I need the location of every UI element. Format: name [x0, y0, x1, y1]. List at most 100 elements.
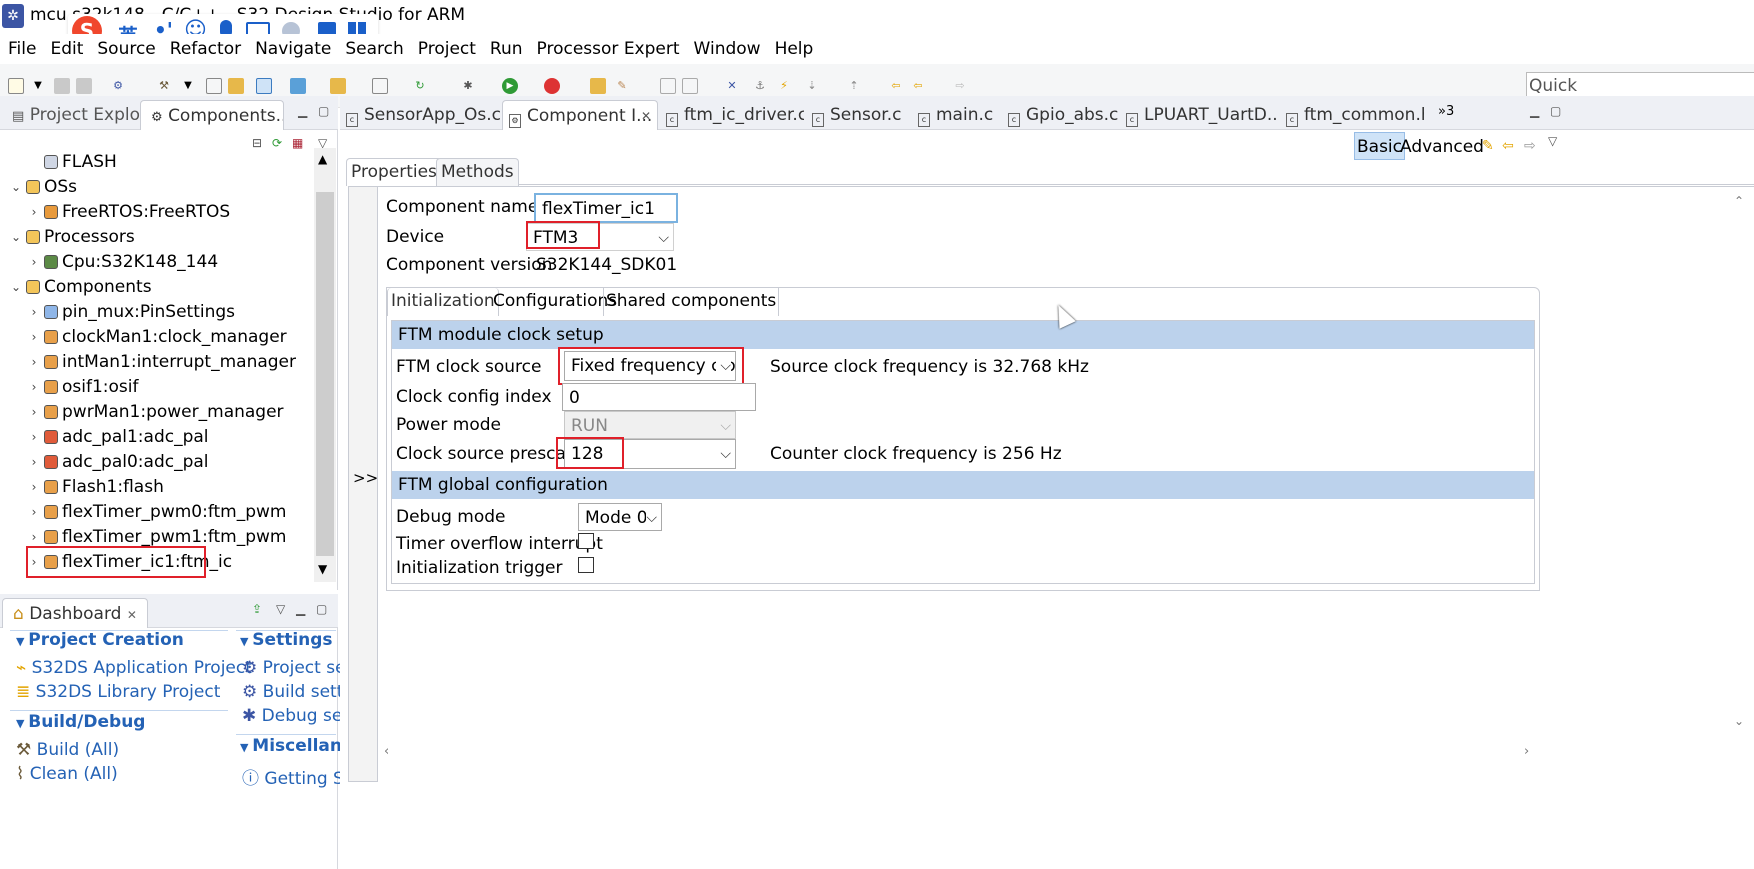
tree-item[interactable]: › clockMan1:clock_manager [0, 323, 287, 351]
debug-bug-icon[interactable]: ✱ [460, 78, 476, 94]
scroll-thumb[interactable] [316, 192, 334, 556]
tree-item[interactable]: ⌄ Components [0, 273, 152, 301]
tree-scrollbar[interactable]: ▲ ▼ [314, 148, 336, 582]
library-icon[interactable] [228, 78, 244, 94]
debug-mode-select[interactable]: Mode 0 ⌵ [578, 503, 662, 531]
tree-item[interactable]: › osif1:osif [0, 373, 139, 401]
close-icon[interactable]: ✕ [127, 608, 137, 622]
expand-side-button[interactable]: >> [348, 186, 378, 782]
prev-annotation-icon[interactable]: ⇡ [846, 78, 862, 94]
clock-index-input[interactable]: 0 [562, 383, 756, 411]
chevron-right-icon[interactable]: › [28, 298, 40, 326]
editor-tab[interactable]: c ftm_ic_driver.c [660, 100, 804, 130]
menu-run[interactable]: Run [490, 34, 523, 64]
tree-item[interactable]: › Flash1:flash [0, 473, 164, 501]
prescaler-select[interactable]: 128 ⌵ [564, 439, 736, 469]
minimize-icon[interactable]: ▁ [1530, 104, 1539, 118]
chevron-right-icon[interactable]: › [28, 548, 40, 576]
minimize-icon[interactable]: ▁ [298, 104, 307, 118]
tab-components[interactable]: ⚙ Components... [140, 100, 284, 130]
dash-project-settings-link[interactable]: ⚙ Project set [242, 658, 352, 678]
dashboard-action-icon[interactable]: ⇪ [252, 602, 262, 616]
dropdown-arrow-icon[interactable]: ▼ [180, 78, 196, 94]
chevron-right-icon[interactable]: › [28, 248, 40, 276]
editor-tab[interactable]: c SensorApp_Os.c [340, 100, 500, 130]
init-trigger-checkbox[interactable] [578, 557, 594, 573]
dash-clean-link[interactable]: ⌇ Clean (All) [16, 764, 118, 784]
scroll-up-icon[interactable]: ⌃ [1734, 194, 1744, 208]
tree-item[interactable]: › FreeRTOS:FreeRTOS [0, 198, 231, 226]
menu-source[interactable]: Source [97, 34, 155, 64]
tree-item[interactable]: › adc_pal0:adc_pal [0, 448, 209, 476]
editor-tab[interactable]: c Sensor.c [806, 100, 910, 130]
save-icon[interactable] [54, 78, 70, 94]
maximize-icon[interactable]: ▢ [318, 104, 329, 118]
dash-build-settings-link[interactable]: ⚙ Build settir [242, 682, 355, 702]
save-all-icon[interactable] [76, 78, 92, 94]
dash-getting-started-link[interactable]: ⓘ Getting St [242, 764, 351, 789]
inspector-scrollbar[interactable]: ⌃ ⌄ [1730, 188, 1752, 736]
tab-configurations[interactable]: Configurations [491, 288, 619, 316]
dash-project-creation-header[interactable]: ▼ Project Creation [16, 630, 184, 650]
inspector-hscrollbar[interactable]: ‹ › [380, 744, 1540, 764]
tree-item[interactable]: › Cpu:S32K148_144 [0, 248, 219, 276]
dropdown-arrow-icon[interactable]: ▼ [30, 78, 46, 94]
tab-methods[interactable]: Methods [436, 158, 519, 186]
tree-item[interactable]: ⌄ Processors [0, 223, 135, 251]
tab-properties[interactable]: Properties [346, 158, 442, 186]
editor-tab[interactable]: c main.c [912, 100, 1000, 130]
forward-history-icon[interactable] [682, 78, 698, 94]
device-select[interactable]: FTM3 ⌵ [526, 223, 674, 251]
chevron-right-icon[interactable]: › [28, 448, 40, 476]
dash-debug-settings-link[interactable]: ✱ Debug set [242, 706, 349, 726]
gear-icon[interactable]: ⚙ [110, 78, 126, 94]
menu-search[interactable]: Search [345, 34, 403, 64]
dash-misc-header[interactable]: ▼ Miscellane [240, 736, 354, 756]
scroll-down-icon[interactable]: ⌄ [1734, 714, 1744, 728]
scroll-down-icon[interactable]: ▼ [318, 562, 327, 576]
advanced-view-button[interactable]: Advanced [1400, 132, 1484, 162]
wand-icon[interactable]: ✎ [614, 78, 630, 94]
more-tabs-button[interactable]: »3 [1438, 104, 1454, 119]
menu-refactor[interactable]: Refactor [170, 34, 241, 64]
tree-item[interactable]: › adc_pal1:adc_pal [0, 423, 209, 451]
refresh-icon[interactable]: ↻ [412, 78, 428, 94]
chevron-right-icon[interactable]: › [28, 523, 40, 551]
close-icon[interactable]: ✕ [641, 101, 651, 130]
scroll-right-icon[interactable]: › [1524, 744, 1529, 759]
menu-navigate[interactable]: Navigate [255, 34, 331, 64]
tree-item[interactable]: › flexTimer_pwm0:ftm_pwm [0, 498, 287, 526]
menu-edit[interactable]: Edit [50, 34, 83, 64]
maximize-icon[interactable]: ▢ [1550, 104, 1561, 118]
tree-item[interactable]: › intMan1:interrupt_manager [0, 348, 296, 376]
new-icon[interactable] [8, 78, 24, 94]
tree-item[interactable]: ⌄ OSs [0, 173, 77, 201]
chevron-right-icon[interactable]: › [28, 198, 40, 226]
open-folder-icon[interactable] [590, 78, 606, 94]
scroll-left-icon[interactable]: ‹ [384, 744, 389, 759]
chevron-right-icon[interactable]: › [28, 373, 40, 401]
chevron-down-icon[interactable]: ⌄ [10, 273, 22, 301]
tab-dashboard[interactable]: ⌂ Dashboard ✕ [2, 598, 148, 628]
basic-view-button[interactable]: Basic [1354, 132, 1406, 160]
tree-item[interactable]: › pin_mux:PinSettings [0, 298, 235, 326]
view-menu-icon[interactable]: ▽ [276, 602, 285, 616]
chevron-right-icon[interactable]: › [28, 473, 40, 501]
back-icon[interactable]: ⇦ [910, 78, 926, 94]
link-icon[interactable]: ⚓ [752, 78, 768, 94]
forward-icon[interactable]: ⇨ [952, 78, 968, 94]
chevron-down-icon[interactable]: ⌄ [10, 173, 22, 201]
lightning-icon[interactable]: ⚡ [776, 78, 792, 94]
scroll-up-icon[interactable]: ▲ [318, 152, 327, 166]
chevron-right-icon[interactable]: › [28, 423, 40, 451]
menu-window[interactable]: Window [694, 34, 761, 64]
back-icon[interactable]: ⇦ [1502, 138, 1514, 154]
tree-item[interactable]: › pwrMan1:power_manager [0, 398, 284, 426]
pin-icon[interactable]: ✕ [724, 78, 740, 94]
clock-source-select[interactable]: Fixed frequency cloc ⌵ [564, 351, 736, 381]
dash-build-link[interactable]: ⚒ Build (All) [16, 740, 119, 760]
menu-project[interactable]: Project [418, 34, 476, 64]
chevron-right-icon[interactable]: › [28, 498, 40, 526]
last-edit-icon[interactable]: ⇦ [888, 78, 904, 94]
forward-icon[interactable]: ⇨ [1524, 138, 1536, 154]
